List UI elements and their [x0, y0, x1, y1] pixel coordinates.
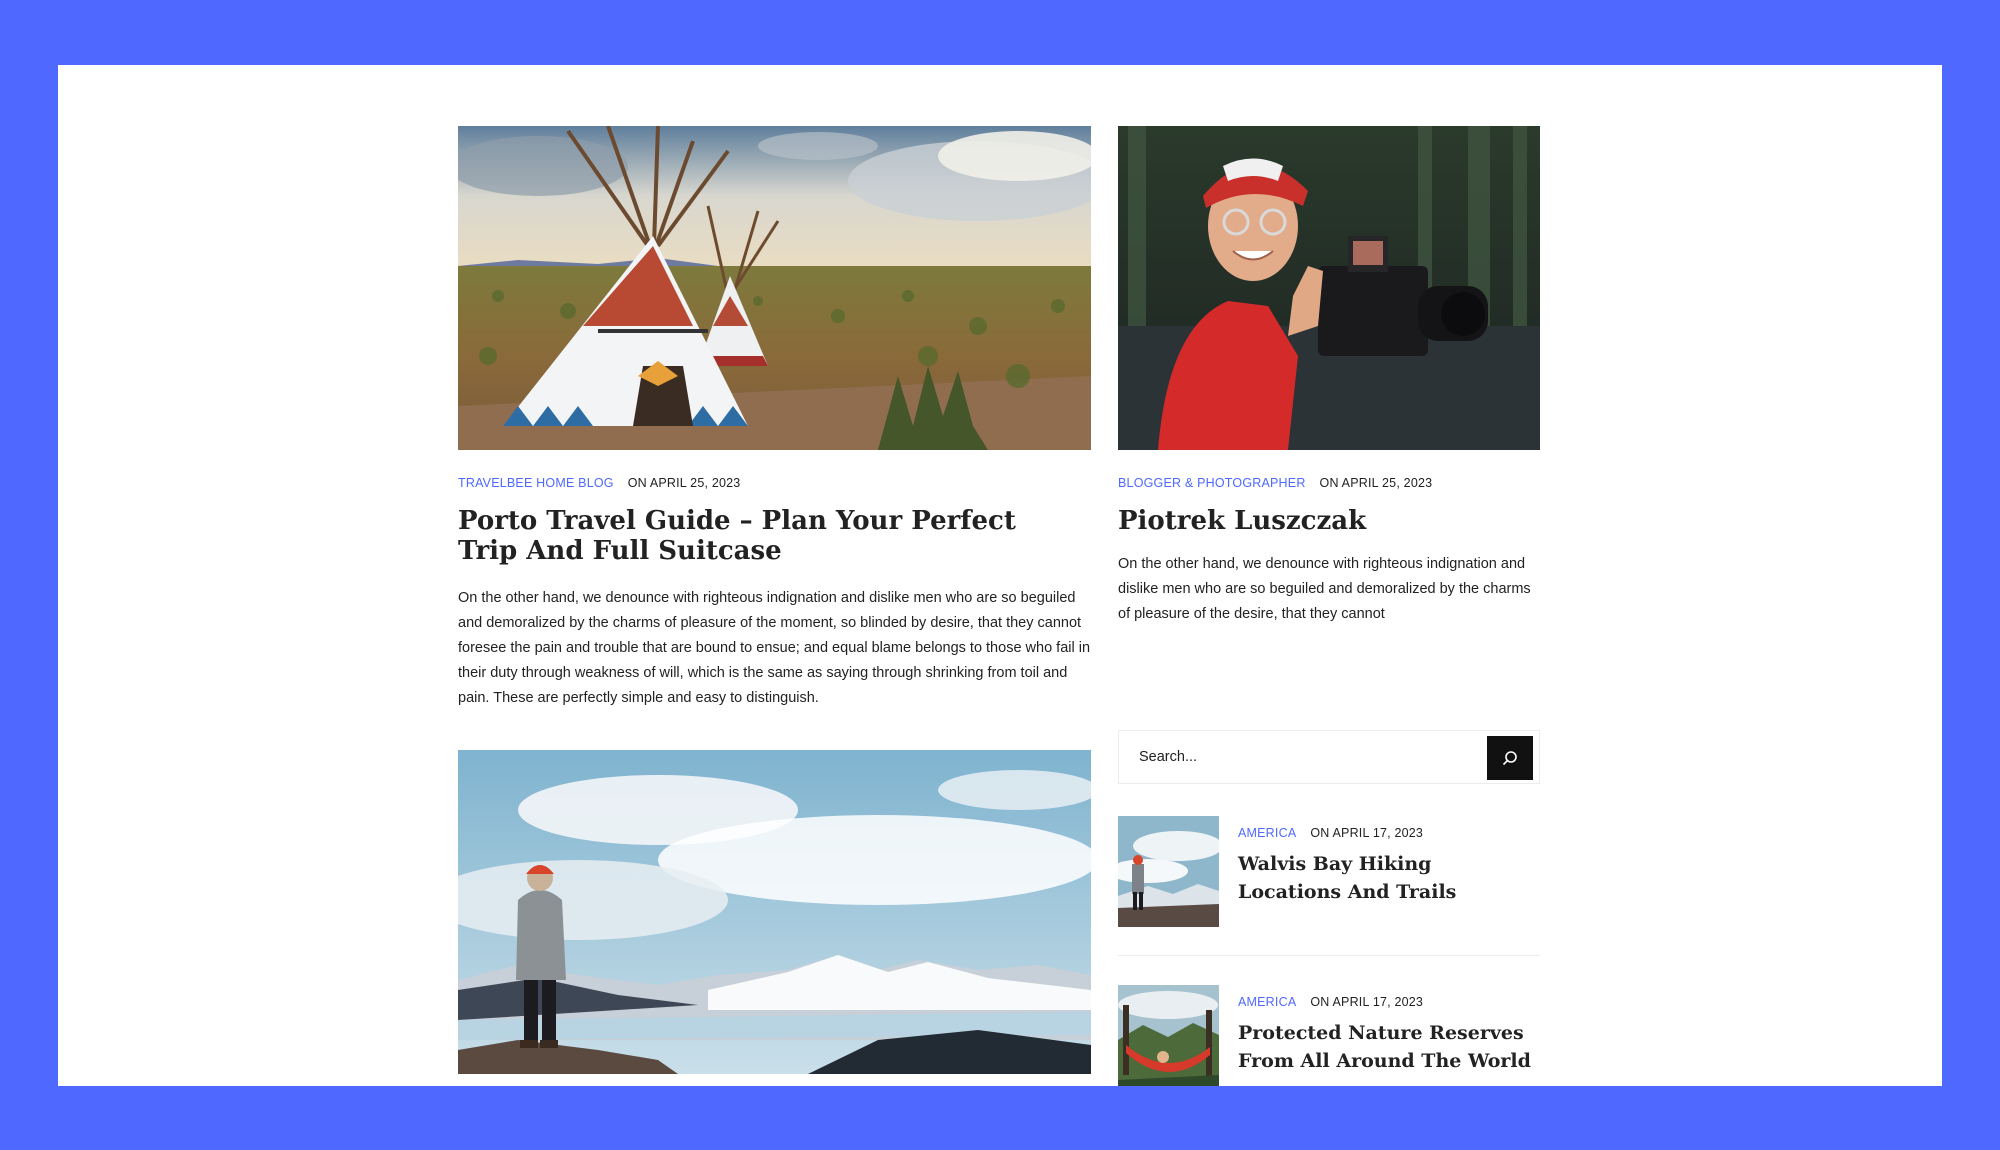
featured-post-excerpt: On the other hand, we denounce with righ… — [458, 590, 1091, 706]
recent-post-date: ON APRIL 17, 2023 — [1310, 995, 1424, 1009]
featured-post-meta: TRAVELBEE HOME BLOG ON APRIL 25, 2023 — [458, 476, 1091, 490]
author-name[interactable]: Piotrek Luszczak — [1118, 506, 1540, 536]
search-button[interactable] — [1487, 736, 1533, 780]
author-photo — [1118, 126, 1540, 450]
author-bio: On the other hand, we denounce with righ… — [1118, 556, 1531, 622]
second-post-image[interactable] — [458, 750, 1091, 1074]
featured-post-title[interactable]: Porto Travel Guide – Plan Your Perfect T… — [458, 506, 1058, 566]
recent-post-title[interactable]: Walvis Bay Hiking Locations And Trails — [1238, 850, 1540, 906]
author-meta: BLOGGER & PHOTOGRAPHER ON APRIL 25, 2023 — [1118, 476, 1540, 490]
author-category[interactable]: BLOGGER & PHOTOGRAPHER — [1118, 476, 1306, 490]
search-icon — [1502, 750, 1518, 766]
recent-post-thumbnail[interactable] — [1118, 816, 1219, 927]
list-item: AMERICA ON APRIL 17, 2023 Walvis Bay Hik… — [1118, 816, 1540, 956]
recent-post-date: ON APRIL 17, 2023 — [1310, 826, 1424, 840]
search-input[interactable] — [1119, 731, 1489, 783]
author-date: ON APRIL 25, 2023 — [1319, 476, 1433, 490]
sidebar: BLOGGER & PHOTOGRAPHER ON APRIL 25, 2023… — [1118, 126, 1540, 1086]
list-item: AMERICA ON APRIL 17, 2023 Protected Natu… — [1118, 985, 1540, 1086]
featured-post-category[interactable]: TRAVELBEE HOME BLOG — [458, 476, 614, 490]
recent-post-info: AMERICA ON APRIL 17, 2023 Protected Natu… — [1238, 995, 1540, 1075]
search-box — [1118, 730, 1540, 784]
page-frame: TRAVELBEE HOME BLOG ON APRIL 25, 2023 Po… — [58, 65, 1942, 1086]
recent-post-category[interactable]: AMERICA — [1238, 995, 1296, 1009]
featured-post-date: ON APRIL 25, 2023 — [627, 476, 741, 490]
recent-post-meta: AMERICA ON APRIL 17, 2023 — [1238, 826, 1540, 840]
featured-post-image[interactable] — [458, 126, 1091, 450]
recent-post-category[interactable]: AMERICA — [1238, 826, 1296, 840]
recent-post-meta: AMERICA ON APRIL 17, 2023 — [1238, 995, 1540, 1009]
recent-post-title[interactable]: Protected Nature Reserves From All Aroun… — [1238, 1019, 1540, 1075]
recent-post-thumbnail[interactable] — [1118, 985, 1219, 1086]
main-column: TRAVELBEE HOME BLOG ON APRIL 25, 2023 Po… — [458, 126, 1091, 1074]
recent-post-info: AMERICA ON APRIL 17, 2023 Walvis Bay Hik… — [1238, 826, 1540, 906]
